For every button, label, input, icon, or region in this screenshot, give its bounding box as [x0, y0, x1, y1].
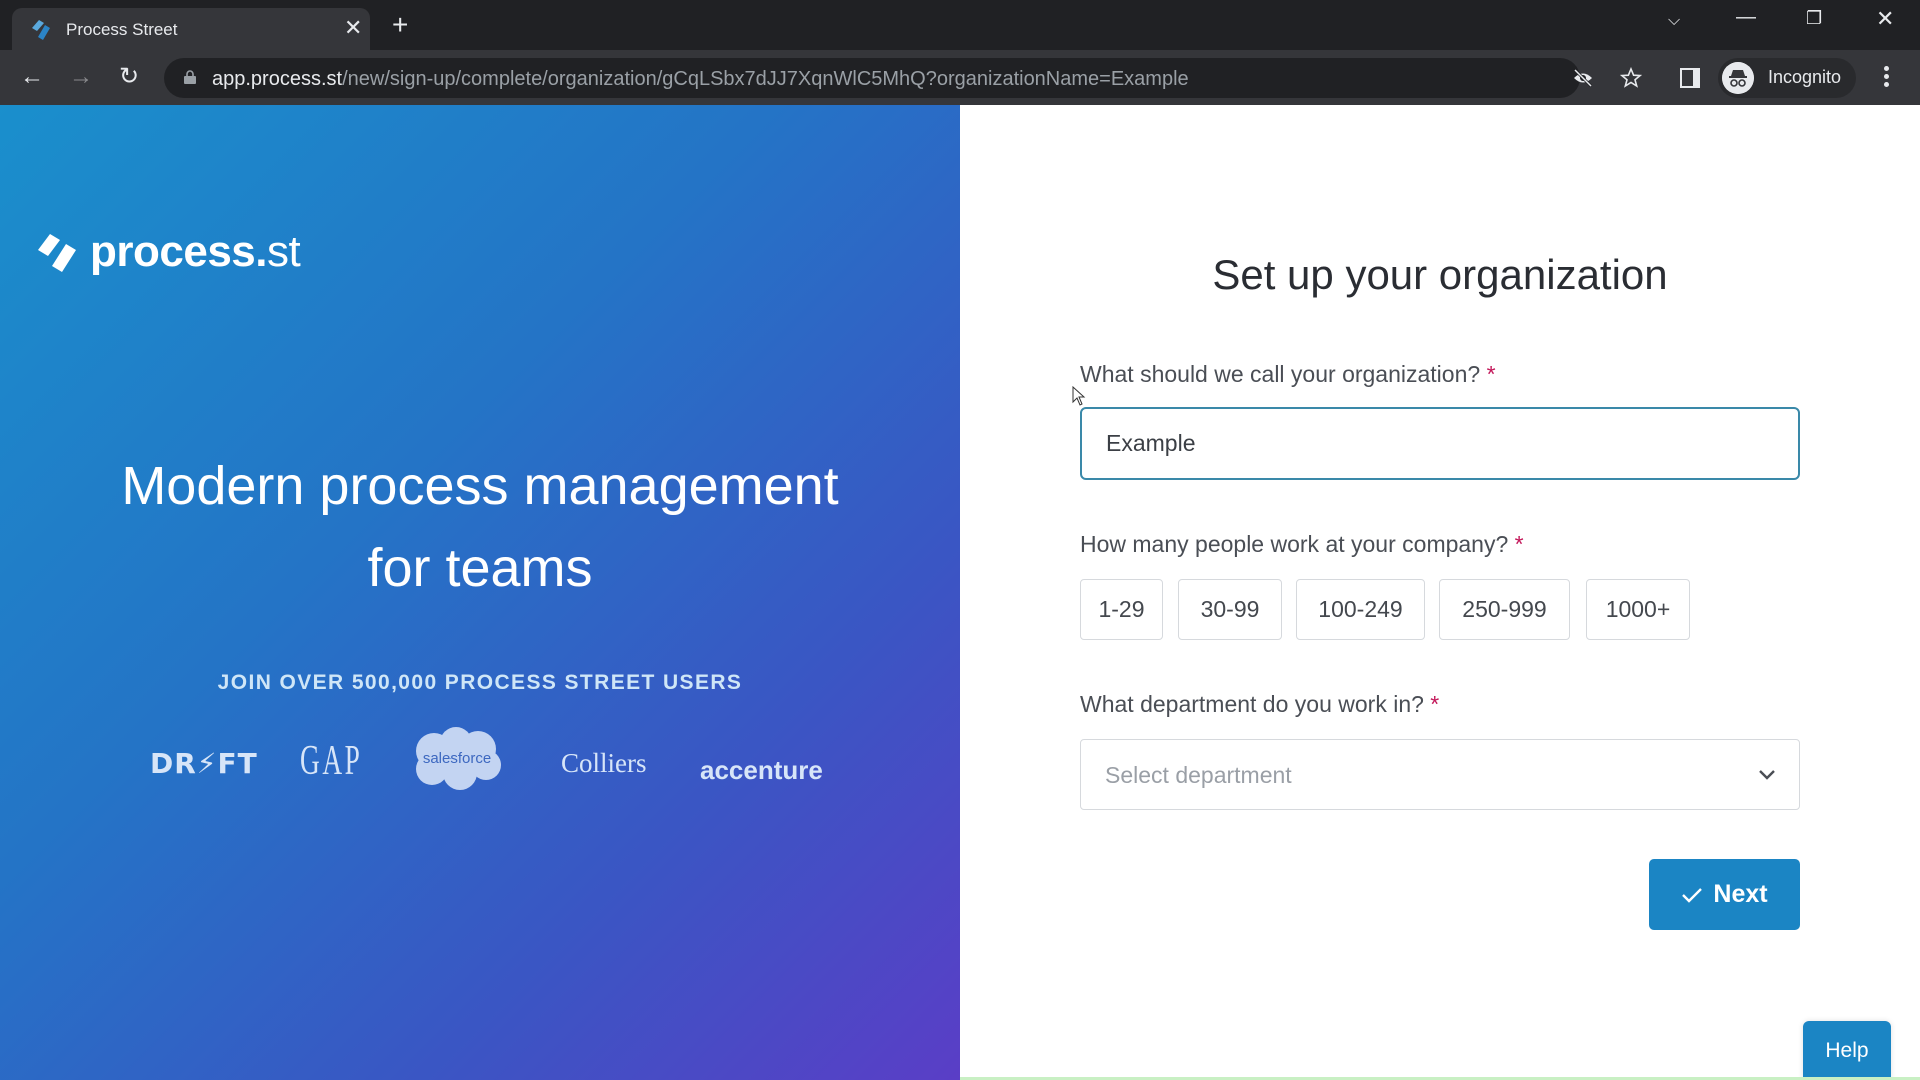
url-text[interactable]: app.process.st/new/sign-up/complete/orga… [212, 68, 1189, 91]
incognito-profile-button[interactable]: Incognito [1718, 58, 1856, 98]
hero-title-line-2: for teams [367, 538, 593, 598]
gap-logo: GAP [300, 738, 363, 784]
forward-arrow-icon[interactable]: → [66, 62, 96, 92]
customer-logos: DR⚡FT GAP salesforce Colliers accenture [0, 725, 960, 805]
process-street-logo-icon [32, 20, 50, 40]
process-street-logo[interactable]: process.st [36, 227, 301, 277]
tab-search-icon[interactable]: ⌵ [1668, 12, 1680, 30]
star-icon[interactable] [1620, 67, 1642, 89]
url-path: /new/sign-up/complete/organization/gCqLS… [342, 68, 1189, 90]
size-option-250-999[interactable]: 250-999 [1439, 579, 1570, 640]
browser-tabstrip: Process Street ✕ + ⌵ — ❐ ✕ [0, 0, 1920, 50]
new-tab-button[interactable]: + [392, 11, 408, 39]
hero-panel: process.st Modern process management for… [0, 105, 960, 1080]
next-button[interactable]: Next [1649, 859, 1800, 930]
address-bar[interactable]: app.process.st/new/sign-up/complete/orga… [164, 58, 1642, 98]
back-arrow-icon[interactable]: ← [17, 62, 47, 92]
lock-icon [184, 70, 196, 84]
page-title: Set up your organization [1212, 251, 1668, 298]
size-option-1000-plus[interactable]: 1000+ [1586, 579, 1690, 640]
browser-toolbar: ← → ↻ app.process.st/new/sign-up/complet… [0, 50, 1920, 105]
process-street-logo-icon [38, 234, 76, 272]
incognito-icon [1722, 62, 1754, 94]
department-label: What department do you work in? * [1080, 691, 1440, 717]
required-mark: * [1486, 361, 1496, 387]
company-size-label: How many people work at your company? * [1080, 531, 1524, 557]
tab-title: Process Street [66, 20, 178, 39]
checkmark-icon [1682, 887, 1703, 903]
colliers-logo: Colliers [561, 748, 647, 778]
restore-icon[interactable]: ❐ [1806, 8, 1822, 29]
department-placeholder: Select department [1105, 762, 1292, 788]
size-option-100-249[interactable]: 100-249 [1296, 579, 1425, 640]
svg-text:salesforce: salesforce [423, 750, 491, 767]
required-mark: * [1514, 531, 1524, 557]
profile-label: Incognito [1768, 67, 1842, 87]
tab-close-icon[interactable]: ✕ [344, 17, 362, 39]
hero-title: Modern process management for teams [0, 445, 960, 609]
url-host: app.process.st [212, 68, 343, 90]
department-select[interactable]: Select department [1080, 739, 1800, 810]
drift-logo: DR⚡FT [150, 747, 258, 780]
minimize-icon[interactable]: — [1736, 6, 1756, 29]
size-option-1-29[interactable]: 1-29 [1080, 579, 1163, 640]
help-button[interactable]: Help [1803, 1021, 1891, 1080]
size-option-30-99[interactable]: 30-99 [1178, 579, 1282, 640]
required-mark: * [1430, 691, 1440, 717]
mouse-cursor-icon [1072, 386, 1086, 406]
hero-subtitle: JOIN OVER 500,000 PROCESS STREET USERS [217, 671, 743, 694]
organization-name-input[interactable] [1080, 407, 1800, 480]
hero-title-line-1: Modern process management [121, 456, 839, 516]
reload-icon[interactable]: ↻ [114, 62, 144, 92]
accenture-logo: accenture [700, 755, 823, 785]
eye-off-icon[interactable] [1572, 67, 1594, 89]
salesforce-logo: salesforce [410, 725, 504, 791]
side-panel-icon[interactable] [1680, 68, 1700, 88]
logo-text: process.st [90, 227, 301, 276]
browser-tab[interactable]: Process Street ✕ [12, 8, 370, 50]
kebab-menu-icon[interactable] [1880, 64, 1892, 92]
next-label: Next [1713, 880, 1768, 908]
org-name-label: What should we call your organization? * [1080, 361, 1496, 387]
chevron-down-icon [1759, 770, 1775, 780]
window-close-icon[interactable]: ✕ [1876, 6, 1894, 32]
